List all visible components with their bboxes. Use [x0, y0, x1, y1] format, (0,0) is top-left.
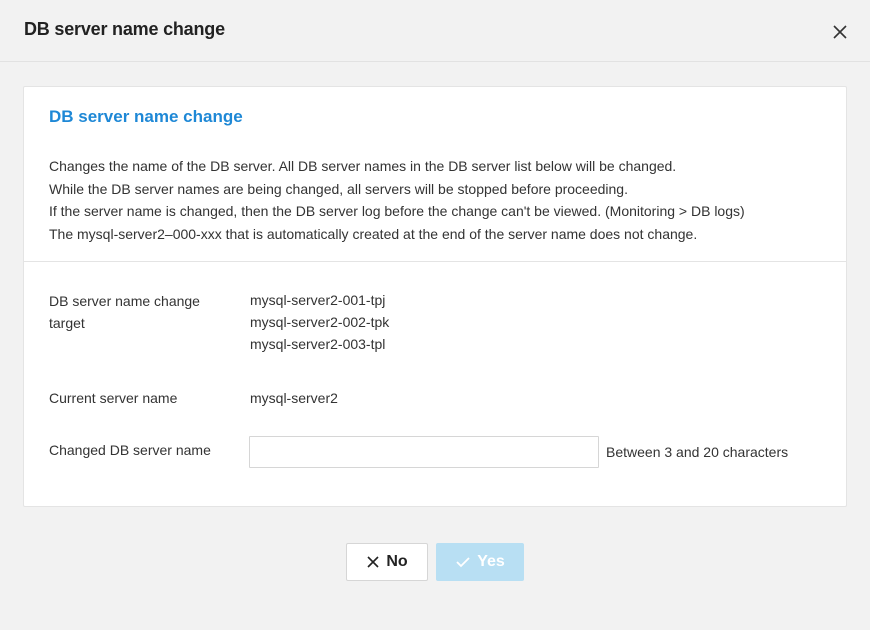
current-name-value: mysql-server2 [250, 390, 338, 406]
target-label-line: DB server name change [49, 293, 200, 309]
content-card: DB server name change Changes the name o… [23, 86, 847, 507]
changed-name-label: Changed DB server name [49, 442, 211, 458]
target-item: mysql-server2-001-tpj [250, 292, 386, 308]
no-button-label: No [386, 553, 408, 570]
dialog-title: DB server name change [24, 19, 225, 39]
server-name-change-dialog: DB server name change DB server name cha… [0, 0, 870, 630]
target-item: mysql-server2-003-tpl [250, 336, 386, 352]
target-label-line: target [49, 315, 85, 331]
dialog-header: DB server name change [0, 0, 870, 62]
close-icon [367, 556, 379, 568]
description-line: If the server name is changed, then the … [49, 203, 745, 219]
current-name-label: Current server name [49, 390, 178, 406]
description-line: While the DB server names are being chan… [49, 180, 628, 197]
close-button[interactable] [830, 22, 850, 42]
description: Changes the name of the DB server. All D… [49, 155, 829, 245]
check-icon [456, 557, 470, 568]
yes-button-label: Yes [477, 553, 505, 570]
changed-name-input[interactable] [249, 436, 599, 468]
target-list: mysql-server2-001-tpj mysql-server2-002-… [250, 289, 389, 355]
target-label: DB server name change target [49, 290, 200, 334]
close-icon [833, 25, 847, 39]
yes-button[interactable]: Yes [436, 543, 524, 581]
changed-name-hint: Between 3 and 20 characters [606, 444, 789, 460]
target-item: mysql-server2-002-tpk [250, 314, 390, 330]
no-button[interactable]: No [346, 543, 428, 581]
description-line: Changes the name of the DB server. All D… [49, 158, 677, 174]
description-line: The mysql-server2–000-xxx that is automa… [49, 225, 698, 242]
divider [24, 261, 846, 262]
section-title: DB server name change [49, 107, 243, 126]
